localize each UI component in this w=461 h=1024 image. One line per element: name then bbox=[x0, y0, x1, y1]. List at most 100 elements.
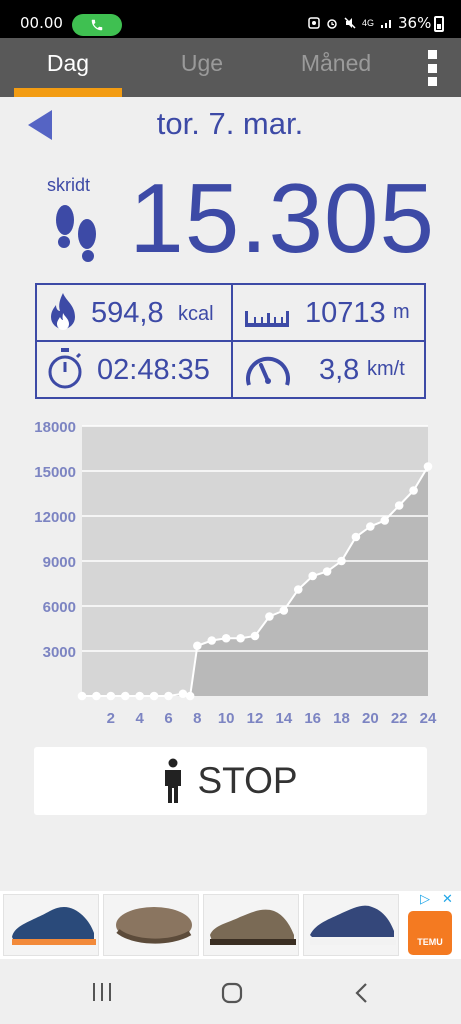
data-point bbox=[193, 641, 202, 651]
x-tick-label: 10 bbox=[218, 710, 235, 727]
stop-button-label: STOP bbox=[197, 760, 298, 801]
ad-banner[interactable]: ▷ ✕ TEMU bbox=[0, 891, 461, 959]
y-tick-label: 9000 bbox=[43, 554, 76, 571]
data-point bbox=[236, 633, 245, 643]
footprints-icon bbox=[56, 205, 96, 262]
data-point bbox=[409, 486, 418, 495]
alarm-icon bbox=[327, 19, 337, 29]
step-count: 15.305 bbox=[129, 163, 435, 273]
speed-unit: km/t bbox=[367, 358, 405, 380]
x-tick-label: 20 bbox=[362, 710, 379, 727]
flame-icon bbox=[51, 293, 75, 330]
tab-week[interactable]: Uge bbox=[148, 38, 256, 97]
y-tick-label: 6000 bbox=[43, 599, 76, 616]
shoe-image bbox=[310, 905, 396, 945]
data-point bbox=[221, 633, 231, 643]
ad-info-icon[interactable]: ▷ bbox=[420, 891, 430, 907]
data-point bbox=[366, 522, 375, 531]
battery-percent: 36% bbox=[398, 14, 432, 32]
x-tick-label: 8 bbox=[193, 710, 201, 727]
data-point bbox=[394, 501, 404, 510]
data-point bbox=[380, 516, 390, 525]
x-tick-label: 14 bbox=[275, 710, 292, 727]
signal-icon bbox=[381, 20, 392, 28]
x-tick-label: 22 bbox=[391, 710, 408, 727]
x-tick-label: 12 bbox=[247, 710, 264, 727]
active-tab-indicator bbox=[14, 88, 122, 97]
back-icon[interactable] bbox=[352, 981, 372, 1005]
divider bbox=[37, 340, 424, 342]
system-nav-bar bbox=[0, 959, 461, 1024]
x-tick-label: 6 bbox=[164, 710, 172, 727]
y-tick-label: 18000 bbox=[34, 419, 76, 436]
x-tick-label: 4 bbox=[135, 710, 144, 727]
call-indicator[interactable] bbox=[72, 14, 122, 36]
tab-month[interactable]: Måned bbox=[280, 38, 392, 97]
temu-logo[interactable]: TEMU bbox=[408, 911, 452, 955]
data-point bbox=[106, 691, 116, 701]
calories-unit: kcal bbox=[178, 303, 214, 325]
shoe-image bbox=[12, 907, 96, 945]
data-point bbox=[308, 571, 317, 581]
data-point bbox=[322, 567, 332, 576]
battery-icon bbox=[434, 16, 444, 32]
distance-value: 10713 bbox=[305, 297, 386, 329]
data-point bbox=[185, 691, 195, 701]
y-tick-label: 15000 bbox=[34, 464, 76, 481]
date-title: tor. 7. mar. bbox=[156, 106, 304, 141]
ad-brand: TEMU bbox=[417, 937, 443, 947]
tab-bar: Dag Uge Måned bbox=[0, 38, 461, 97]
ruler-icon bbox=[245, 311, 289, 327]
data-point bbox=[120, 691, 130, 701]
steps-label: skridt bbox=[47, 175, 91, 195]
data-point bbox=[279, 606, 289, 615]
data-point bbox=[265, 612, 274, 621]
shoe-image bbox=[210, 909, 296, 945]
data-point bbox=[92, 691, 101, 701]
status-time: 00.00 bbox=[20, 14, 63, 32]
status-bar: 00.00 4G 36% bbox=[0, 0, 461, 38]
mute-icon bbox=[344, 17, 356, 29]
sim-icon bbox=[308, 17, 320, 29]
data-point bbox=[207, 636, 217, 645]
steps-chart: 3000600090001200015000180002 4 6 8 10 12 14 16 1… bbox=[34, 419, 437, 727]
stopwatch-icon bbox=[48, 348, 82, 389]
network-type: 4G bbox=[362, 18, 375, 28]
overflow-menu-button[interactable] bbox=[424, 50, 440, 86]
x-tick-label: 18 bbox=[333, 710, 350, 727]
stats-panel: 594,8 kcal 10713 m 02:48:35 3,8 km/t bbox=[35, 283, 426, 399]
data-point bbox=[164, 691, 173, 701]
person-icon bbox=[165, 758, 182, 803]
data-point bbox=[250, 631, 260, 641]
speedometer-icon bbox=[246, 356, 290, 386]
menu-dot bbox=[427, 77, 437, 86]
data-point bbox=[423, 462, 433, 471]
home-icon[interactable] bbox=[220, 981, 244, 1005]
previous-day-arrow-icon[interactable] bbox=[26, 108, 54, 142]
recent-apps-icon[interactable] bbox=[90, 981, 114, 1003]
data-point bbox=[135, 691, 144, 701]
phone-icon bbox=[91, 19, 103, 31]
x-tick-label: 24 bbox=[420, 710, 437, 727]
stop-button[interactable]: STOP bbox=[34, 747, 427, 815]
data-point bbox=[351, 532, 361, 542]
y-tick-label: 3000 bbox=[43, 644, 76, 661]
data-point bbox=[293, 585, 303, 594]
calories-value: 594,8 bbox=[91, 297, 164, 329]
menu-dot bbox=[427, 50, 437, 59]
ad-close-icon[interactable]: ✕ bbox=[442, 891, 453, 907]
ad-product-sneaker[interactable] bbox=[303, 894, 399, 956]
y-tick-label: 12000 bbox=[34, 509, 76, 526]
status-icons: 4G bbox=[308, 17, 394, 29]
data-point bbox=[149, 691, 159, 701]
ad-product-slipper[interactable] bbox=[3, 894, 99, 956]
menu-dot bbox=[427, 63, 437, 73]
data-point bbox=[337, 556, 346, 566]
speed-value: 3,8 bbox=[319, 354, 360, 386]
x-tick-label: 2 bbox=[107, 710, 115, 727]
x-tick-label: 16 bbox=[304, 710, 321, 727]
ad-product-loafer[interactable] bbox=[203, 894, 299, 956]
distance-unit: m bbox=[393, 301, 410, 323]
ad-product-cap[interactable] bbox=[103, 894, 199, 956]
cap-image bbox=[116, 907, 192, 944]
